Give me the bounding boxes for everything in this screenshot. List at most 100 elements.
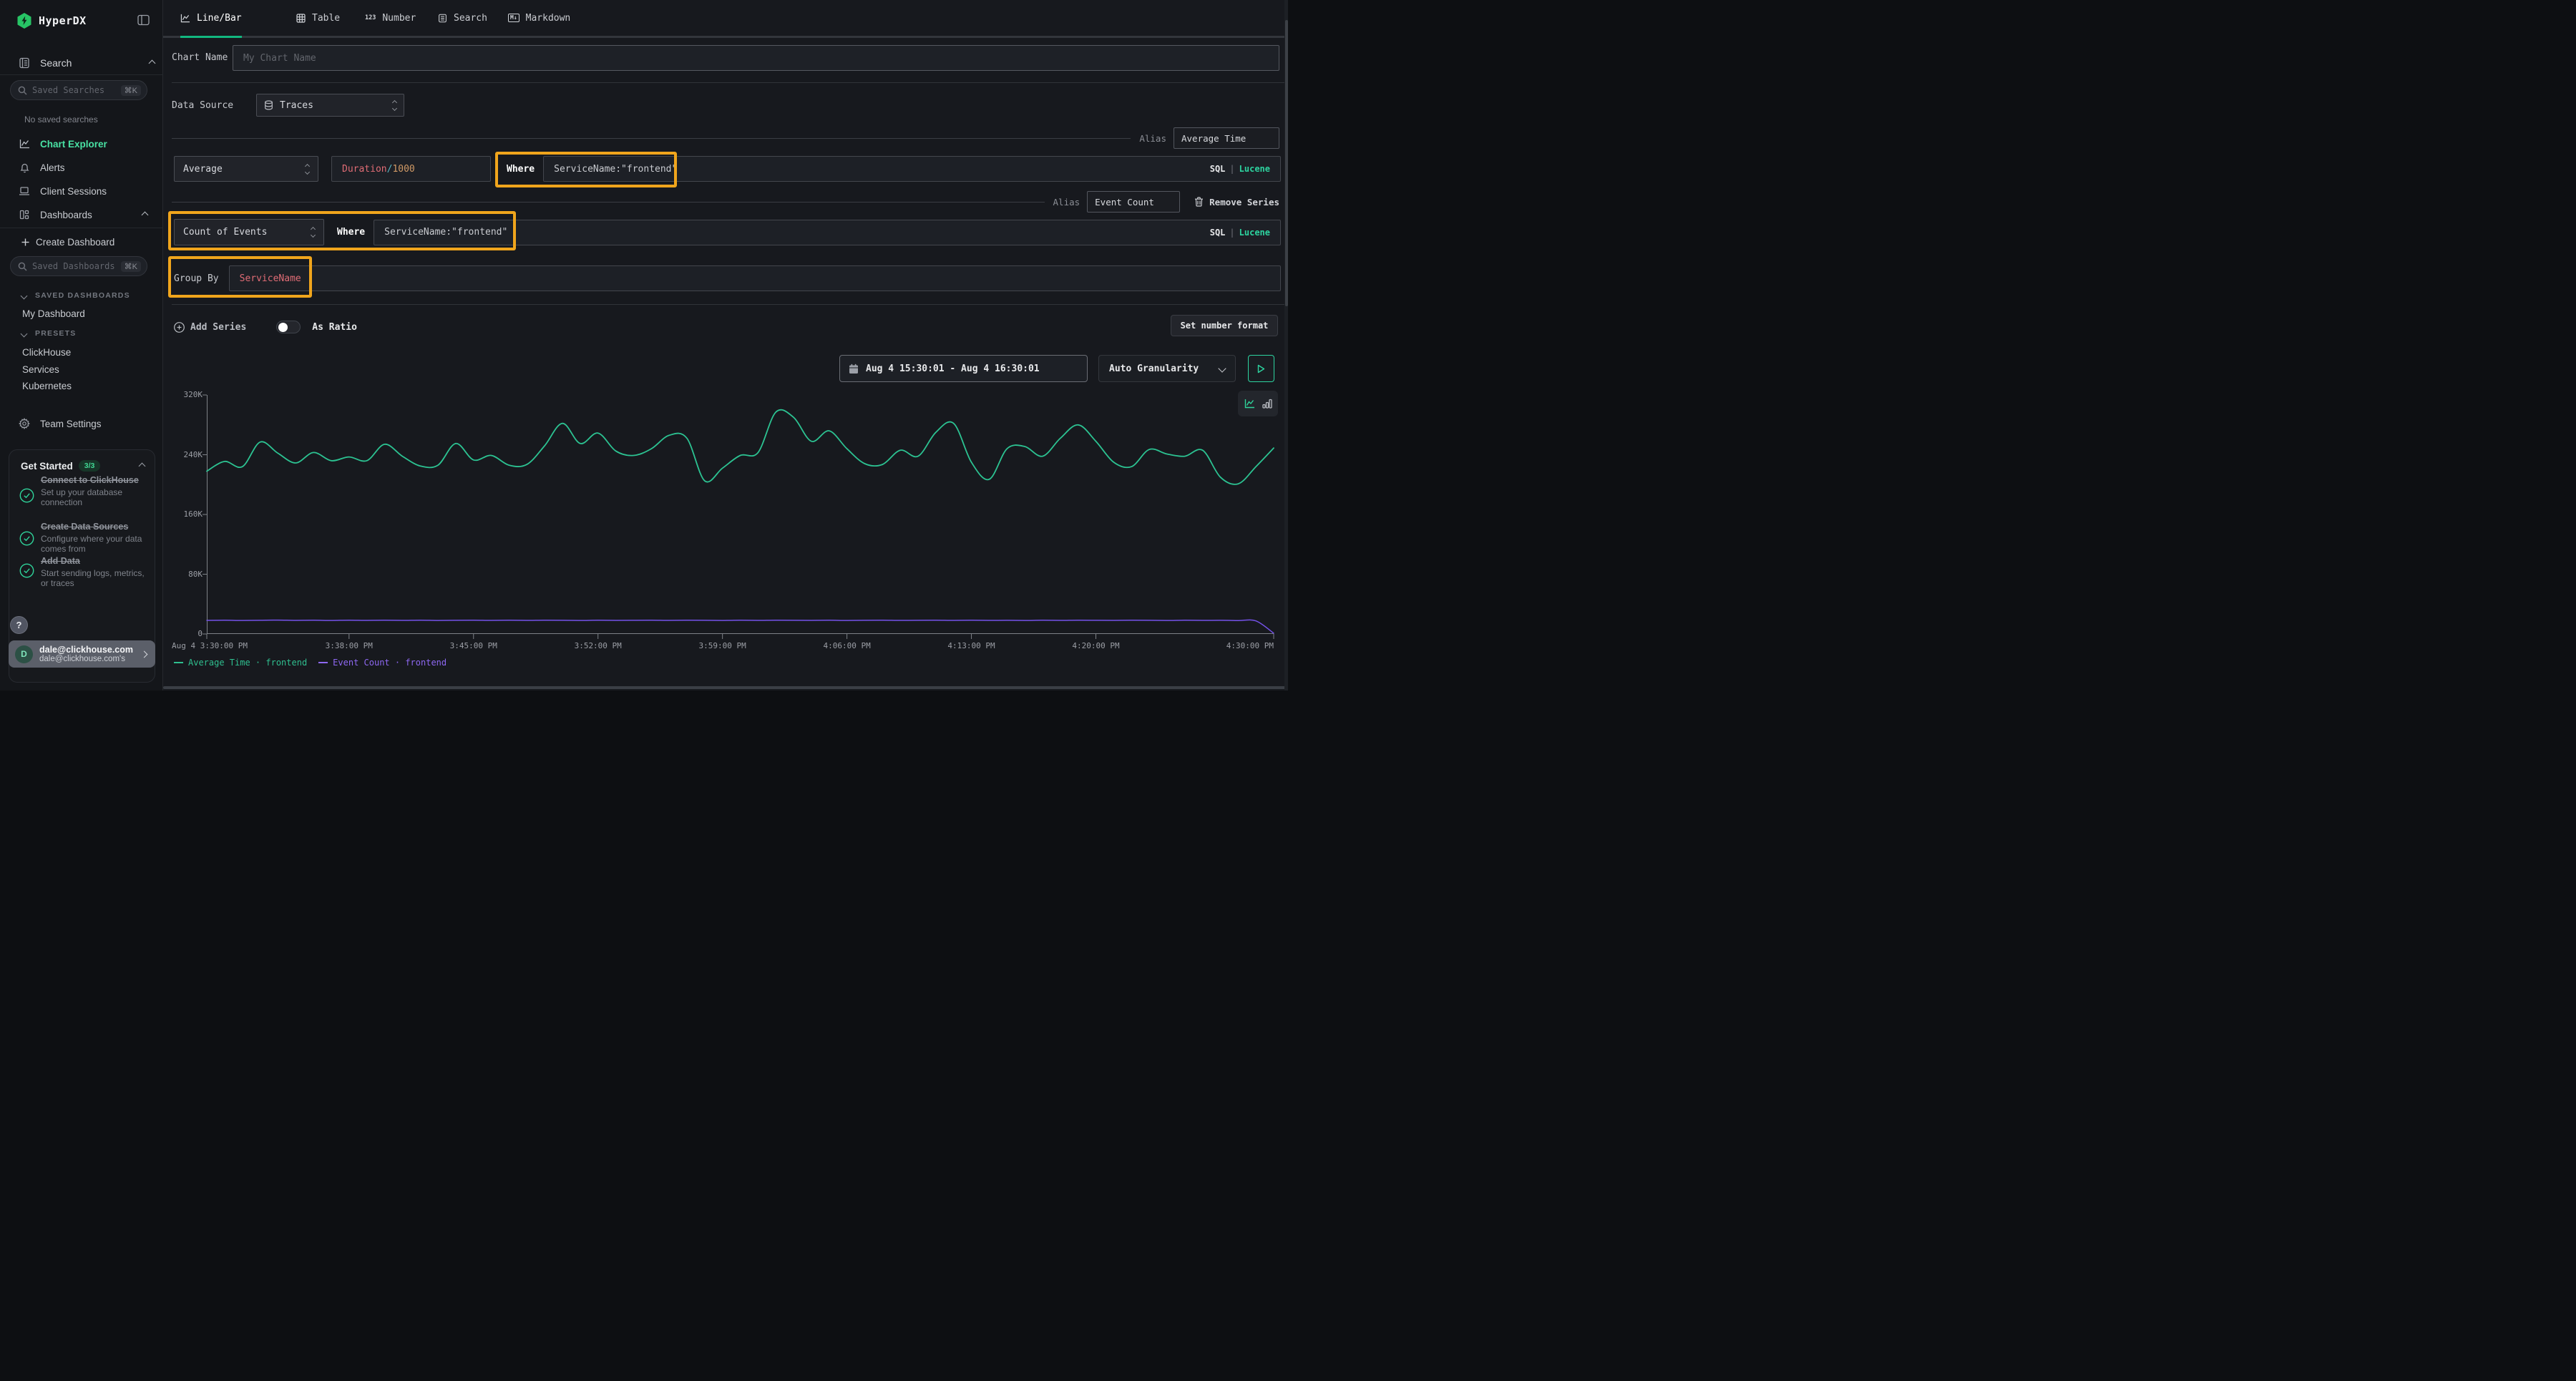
where-label: Where [507,164,535,175]
data-source-value: Traces [280,100,313,111]
legend-dash-icon [318,662,328,663]
series-1-row: Average Duration/1000 Where ServiceName:… [174,156,1281,182]
alias-label: Alias [1053,197,1080,208]
magnifier-icon [18,262,27,271]
saved-dashboards-header-label: SAVED DASHBOARDS [35,291,130,300]
sidebar-item-clickhouse[interactable]: ClickHouse [22,347,71,358]
saved-dashboards-input[interactable]: Saved Dashboards ⌘K [10,256,147,276]
check-circle-icon [19,488,34,503]
y-tick-label: 240K [184,450,203,460]
sidebar-item-my-dashboard[interactable]: My Dashboard [22,308,85,319]
get-started-header[interactable]: Get Started 3/3 [21,460,145,472]
legend-item[interactable]: Event Count · frontend [318,658,447,668]
calendar-icon [849,363,859,374]
x-tick-label: 4:06:00 PM [823,641,870,650]
database-icon [264,100,273,110]
saved-searches-input[interactable]: Saved Searches ⌘K [10,80,147,100]
series-1-alias-input[interactable]: Average Time [1174,127,1279,149]
divider [172,82,1288,83]
series-2-alias-input[interactable]: Event Count [1087,191,1180,213]
lucene-mode-button[interactable]: Lucene [1239,164,1270,174]
tab-label: Number [382,13,416,24]
alias-value: Event Count [1095,197,1154,208]
x-tick-label: 4:30:00 PM [1226,641,1274,650]
avatar: D [15,645,33,663]
x-tick-label: 3:45:00 PM [450,641,497,650]
sidebar-item-client-sessions[interactable]: Client Sessions [0,182,163,200]
legend-label: Event Count · frontend [333,658,447,668]
chevron-up-icon [142,211,149,218]
sql-mode-button[interactable]: SQL [1210,164,1226,174]
user-org: dale@clickhouse.com's [39,655,142,664]
user-menu[interactable]: D dale@clickhouse.com dale@clickhouse.co… [9,640,155,668]
collapse-sidebar-icon[interactable] [137,14,150,26]
y-axis-labels: 080K160K240K320K [172,0,203,690]
shortcut-badge: ⌘K [121,85,141,96]
time-range-picker[interactable]: Aug 4 15:30:01 - Aug 4 16:30:01 [839,355,1088,382]
horizontal-scrollbar[interactable] [163,686,1288,689]
task-connect-clickhouse[interactable]: Connect to ClickHouse Set up your databa… [41,475,147,507]
x-tick-label: 4:13:00 PM [947,641,995,650]
chevron-down-icon [1218,364,1226,372]
chevron-right-icon [141,650,148,658]
tab-markdown[interactable]: M↓ Markdown [508,0,570,38]
saved-dashboards-header[interactable]: SAVED DASHBOARDS [21,291,130,300]
sidebar-item-alerts[interactable]: Alerts [0,158,163,177]
remove-series-button[interactable]: Remove Series [1209,197,1279,208]
task-create-data-sources[interactable]: Create Data Sources Configure where your… [41,522,150,554]
sidebar-item-team-settings[interactable]: Team Settings [0,414,163,433]
chart-legend[interactable]: Average Time · frontend Event Count · fro… [174,658,447,668]
sidebar-item-dashboards[interactable]: Dashboards [0,205,163,224]
create-dashboard-label: Create Dashboard [36,237,114,248]
granularity-select[interactable]: Auto Granularity [1098,355,1236,382]
sidebar-item-services[interactable]: Services [22,364,59,375]
search-doc-icon [19,57,30,69]
create-dashboard-button[interactable]: Create Dashboard [21,237,114,248]
lucene-mode-button[interactable]: Lucene [1239,228,1270,238]
data-source-select[interactable]: Traces [256,94,404,117]
series-1-value-expression-input[interactable]: Duration/1000 [331,156,491,182]
tab-label: Search [454,13,487,24]
task-title: Connect to ClickHouse [41,475,147,486]
sql-mode-button[interactable]: SQL [1210,228,1226,238]
sidebar-item-label: Dashboards [40,210,92,220]
y-tick-label: 0 [197,629,203,639]
app-title: HyperDX [39,14,87,27]
granularity-value: Auto Granularity [1109,363,1199,374]
set-number-format-button[interactable]: Set number format [1171,315,1278,336]
bar-chart-type-icon[interactable] [1262,399,1272,409]
as-ratio-toggle[interactable] [276,321,301,333]
view-tabs: Line/Bar Table 123 Number Search M↓ Ma [163,0,1288,38]
legend-item[interactable]: Average Time · frontend [174,658,307,668]
divider [0,74,163,75]
search-doc-icon [438,14,447,23]
divider [172,304,1288,305]
line-chart-icon [19,139,30,149]
run-query-button[interactable] [1248,355,1274,382]
series-2-where-input[interactable]: ServiceName:"frontend" SQL|Lucene [374,220,1281,245]
tab-search[interactable]: Search [438,0,487,38]
markdown-icon: M↓ [508,14,519,22]
chart-plot-area[interactable] [207,395,1274,634]
sidebar-item-chart-explorer[interactable]: Chart Explorer [0,135,163,153]
sidebar-section-search[interactable]: Search [19,57,155,69]
chart-type-toggle [1238,391,1278,416]
vertical-scrollbar[interactable] [1284,0,1288,690]
where-value: ServiceName:"frontend" [384,227,507,238]
chart-explorer-main: Line/Bar Table 123 Number Search M↓ Ma [163,0,1288,690]
presets-header[interactable]: PRESETS [21,329,76,338]
tab-line-bar[interactable]: Line/Bar [180,0,242,38]
series-1-where-input[interactable]: ServiceName:"frontend" SQL|Lucene [543,156,1281,182]
sidebar-item-label: Alerts [40,162,65,173]
app-logo[interactable]: HyperDX [17,13,87,29]
tab-number[interactable]: 123 Number [365,0,416,38]
saved-searches-placeholder: Saved Searches [32,85,121,95]
task-add-data[interactable]: Add Data Start sending logs, metrics, or… [41,556,150,588]
tab-table[interactable]: Table [296,0,340,38]
help-button[interactable]: ? [10,616,28,634]
group-by-input[interactable]: ServiceName [229,265,1281,291]
chart-name-input[interactable]: My Chart Name [233,45,1279,71]
scrollbar-thumb[interactable] [1285,20,1288,306]
sidebar-item-kubernetes[interactable]: Kubernetes [22,381,72,391]
line-chart-type-icon[interactable] [1244,399,1255,409]
